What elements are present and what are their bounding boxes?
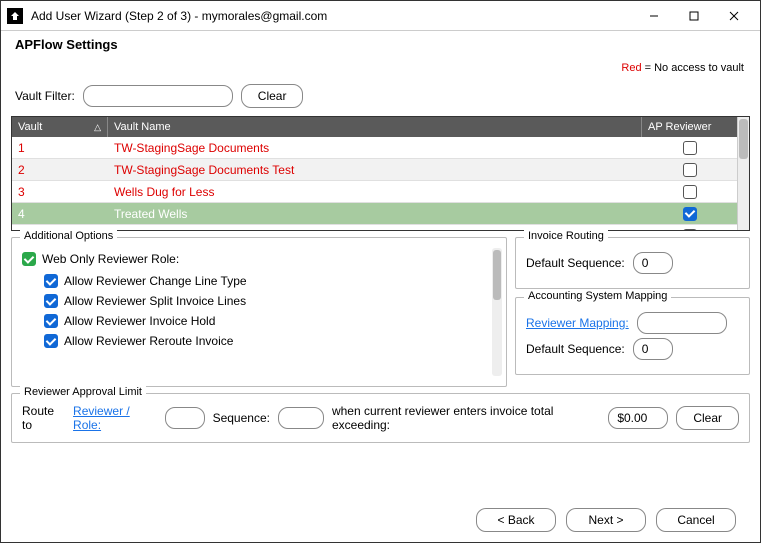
vault-filter-label: Vault Filter: (15, 89, 75, 103)
table-row[interactable]: 5Home on the Range Safety (12, 225, 737, 230)
approval-when-text: when current reviewer enters invoice tot… (332, 404, 600, 432)
additional-options-group: Additional Options Web Only Reviewer Rol… (11, 237, 507, 387)
sub-option-label: Allow Reviewer Split Invoice Lines (64, 294, 246, 308)
sub-option-checkbox[interactable] (44, 274, 58, 288)
ap-reviewer-checkbox[interactable] (683, 185, 697, 199)
table-row[interactable]: 2TW-StagingSage Documents Test (12, 159, 737, 181)
cell-ap-reviewer (642, 163, 737, 177)
col-vault-name[interactable]: Vault Name (108, 117, 642, 137)
content: APFlow Settings Red = No access to vault… (1, 31, 760, 542)
invoice-routing-title: Invoice Routing (524, 230, 608, 242)
reviewer-mapping-input[interactable] (637, 312, 727, 334)
legend-red: Red (621, 62, 641, 74)
approval-reviewer-input[interactable] (165, 407, 205, 429)
window: Add User Wizard (Step 2 of 3) - mymorale… (0, 0, 761, 543)
ap-reviewer-checkbox[interactable] (683, 163, 697, 177)
cell-ap-reviewer (642, 185, 737, 199)
table-scrollbar[interactable] (737, 117, 749, 230)
titlebar: Add User Wizard (Step 2 of 3) - mymorale… (1, 1, 760, 31)
invoice-routing-group: Invoice Routing Default Sequence: (515, 237, 750, 289)
window-title: Add User Wizard (Step 2 of 3) - mymorale… (31, 9, 634, 23)
reviewer-mapping-link[interactable]: Reviewer Mapping: (526, 316, 629, 330)
table-body: 1TW-StagingSage Documents2TW-StagingSage… (12, 137, 737, 230)
cell-vault: 4 (12, 207, 108, 221)
approval-seq-input[interactable] (278, 407, 324, 429)
approval-seq-label: Sequence: (213, 411, 270, 425)
ap-reviewer-checkbox[interactable] (683, 141, 697, 155)
table-row[interactable]: 1TW-StagingSage Documents (12, 137, 737, 159)
cell-vault: 2 (12, 163, 108, 177)
vault-table: Vault△ Vault Name AP Reviewer 1TW-Stagin… (11, 116, 750, 231)
accounting-mapping-group: Accounting System Mapping Reviewer Mappi… (515, 297, 750, 375)
legend-desc: = No access to vault (642, 62, 744, 74)
sub-option-checkbox[interactable] (44, 314, 58, 328)
next-button[interactable]: Next > (566, 508, 646, 532)
cell-ap-reviewer (642, 141, 737, 155)
cell-vault-name: Treated Wells (108, 207, 642, 221)
approval-amount-input[interactable] (608, 407, 668, 429)
minimize-button[interactable] (634, 1, 674, 31)
sub-option-label: Allow Reviewer Reroute Invoice (64, 334, 233, 348)
accounting-mapping-title: Accounting System Mapping (524, 290, 671, 302)
route-to-label: Route to (22, 404, 65, 432)
col-ap-reviewer[interactable]: AP Reviewer (642, 117, 737, 137)
approval-reviewer-link[interactable]: Reviewer / Role: (73, 404, 157, 432)
cancel-button[interactable]: Cancel (656, 508, 736, 532)
reviewer-approval-group: Reviewer Approval Limit Route to Reviewe… (11, 393, 750, 443)
reviewer-approval-title: Reviewer Approval Limit (20, 386, 146, 398)
close-button[interactable] (714, 1, 754, 31)
wizard-footer: < Back Next > Cancel (11, 498, 750, 532)
sub-option-label: Allow Reviewer Invoice Hold (64, 314, 215, 328)
sort-asc-icon: △ (94, 122, 101, 133)
routing-default-seq-label: Default Sequence: (526, 256, 625, 270)
page-title: APFlow Settings (15, 37, 750, 52)
vault-filter-clear-button[interactable]: Clear (241, 84, 304, 108)
app-icon (7, 8, 23, 24)
col-vault[interactable]: Vault△ (12, 117, 108, 137)
cell-ap-reviewer (642, 229, 737, 231)
routing-default-seq-input[interactable] (633, 252, 673, 274)
ap-reviewer-checkbox[interactable] (683, 207, 697, 221)
cell-vault: 3 (12, 185, 108, 199)
cell-vault-name: TW-StagingSage Documents Test (108, 163, 642, 177)
vault-filter-row: Vault Filter: Clear (15, 84, 750, 108)
cell-ap-reviewer (642, 207, 737, 221)
ap-reviewer-checkbox[interactable] (683, 229, 697, 231)
cell-vault-name: Wells Dug for Less (108, 185, 642, 199)
legend: Red = No access to vault (11, 62, 744, 74)
vault-filter-input[interactable] (83, 85, 233, 107)
table-row[interactable]: 3Wells Dug for Less (12, 181, 737, 203)
cell-vault: 1 (12, 141, 108, 155)
sub-option-checkbox[interactable] (44, 334, 58, 348)
approval-clear-button[interactable]: Clear (676, 406, 739, 430)
table-row[interactable]: 4Treated Wells (12, 203, 737, 225)
sub-option-label: Allow Reviewer Change Line Type (64, 274, 247, 288)
maximize-button[interactable] (674, 1, 714, 31)
back-button[interactable]: < Back (476, 508, 556, 532)
mapping-default-seq-label: Default Sequence: (526, 342, 625, 356)
mapping-default-seq-input[interactable] (633, 338, 673, 360)
additional-options-title: Additional Options (20, 230, 117, 242)
table-header: Vault△ Vault Name AP Reviewer (12, 117, 737, 137)
web-only-reviewer-label: Web Only Reviewer Role: (42, 252, 179, 266)
sub-option-checkbox[interactable] (44, 294, 58, 308)
cell-vault-name: TW-StagingSage Documents (108, 141, 642, 155)
web-only-reviewer-checkbox[interactable] (22, 252, 36, 266)
additional-options-scrollbar[interactable] (492, 248, 502, 376)
